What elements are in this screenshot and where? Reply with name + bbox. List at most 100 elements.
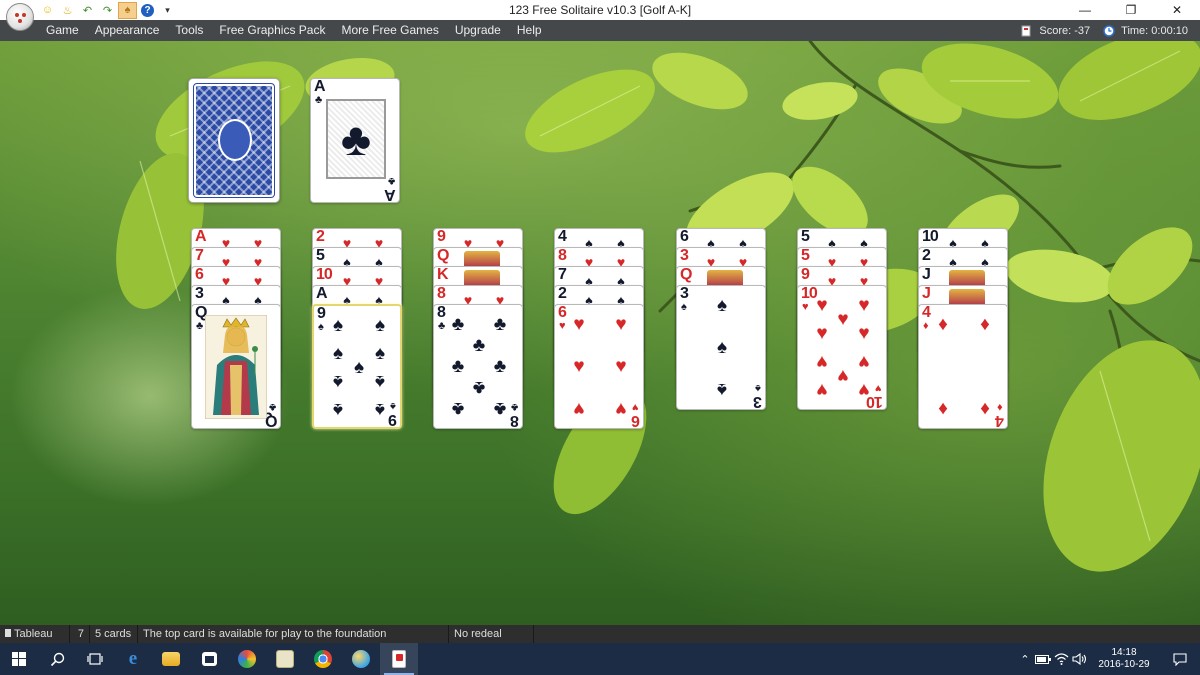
card-rank: 8 [558, 247, 567, 264]
tableau-icon [5, 629, 11, 637]
task-view-button[interactable] [76, 643, 114, 675]
score-icon [1020, 24, 1033, 37]
face-card-crown-icon [464, 251, 500, 267]
card-pip: ♣ [493, 398, 507, 419]
tableau-card[interactable]: 6 ♥ ♥ ♥ ♥ ♥ ♥ ♥ 6 ♥ [554, 304, 644, 429]
battery-icon[interactable] [1034, 650, 1052, 668]
score-panel: Score: -37 Time: 0:00:10 [1020, 20, 1200, 41]
customize-dropdown-icon[interactable]: ▾ [158, 2, 177, 19]
card-rank: 6 [558, 304, 567, 321]
card-rank-corner: 4 [996, 412, 1004, 429]
card-pip: ♣ [451, 356, 465, 377]
card-pip: ♣ [493, 314, 507, 335]
notification-icon [1173, 652, 1187, 666]
restore-button[interactable]: ❐ [1108, 0, 1154, 20]
stock-pile[interactable] [188, 78, 280, 203]
card-suit-corner: ♣ [268, 401, 276, 413]
chevron-up-icon[interactable]: ⌃ [1016, 650, 1034, 668]
card-rank: A [195, 228, 207, 245]
app-button-3[interactable] [342, 643, 380, 675]
card-pip: ♥ [816, 295, 828, 316]
store-button[interactable] [190, 643, 228, 675]
lamp-icon[interactable]: ♨ [58, 2, 77, 19]
card-rank: 9 [437, 228, 446, 245]
card-pip: ♣ [472, 335, 486, 356]
card-pip: ♠ [353, 357, 365, 378]
search-button[interactable] [38, 643, 76, 675]
card-suit-corner: ♠ [390, 400, 396, 412]
tableau-card[interactable]: 10 ♥ ♥ ♥ ♥ ♥ ♥ ♥ ♥ ♥ ♥ ♥ 10 ♥ [797, 285, 887, 410]
chrome-button[interactable] [304, 643, 342, 675]
solitaire-icon [392, 650, 406, 668]
card-rank: Q [680, 266, 692, 283]
app-button-2[interactable] [266, 643, 304, 675]
app-button-1[interactable] [228, 643, 266, 675]
explorer-button[interactable] [152, 643, 190, 675]
tableau-card[interactable]: Q ♣ Q ♣ [191, 304, 281, 429]
menu-free-graphics-pack[interactable]: Free Graphics Pack [211, 20, 333, 41]
close-button[interactable]: ✕ [1154, 0, 1200, 20]
ace-club-emblem: ♣ [326, 99, 386, 179]
window-controls: — ❐ ✕ [1062, 0, 1200, 20]
minimize-button[interactable]: — [1062, 0, 1108, 20]
card-rank: J [922, 266, 931, 283]
card-pip: ♣ [451, 398, 465, 419]
menu-tools[interactable]: Tools [167, 20, 211, 41]
undo-arrow-icon[interactable]: ↶ [78, 2, 97, 19]
card-pip: ♠ [332, 399, 344, 420]
card-rank: Q [437, 247, 449, 264]
clock-date: 2016-10-29 [1098, 659, 1150, 670]
tableau-card[interactable]: 4 ♦ ♦ ♦ ♦ ♦ 4 ♦ [918, 304, 1008, 429]
card-pip: ♦ [980, 398, 990, 419]
menu-help[interactable]: Help [509, 20, 550, 41]
foundation-top-card[interactable]: A ♣ ♣ A ♣ [310, 78, 400, 203]
smiley-icon[interactable]: ☺ [38, 2, 57, 19]
card-rank: 7 [195, 247, 204, 264]
card-suit: ♣ [196, 320, 204, 332]
help-icon[interactable]: ? [138, 2, 157, 19]
card-pip: ♦ [938, 314, 948, 335]
menu-game[interactable]: Game [38, 20, 87, 41]
clock-time: 14:18 [1111, 647, 1137, 658]
card-pip: ♥ [573, 398, 585, 419]
card-pip: ♣ [451, 314, 465, 335]
time-stat: Time: 0:00:10 [1102, 24, 1188, 37]
game-table[interactable]: A ♣ ♣ A ♣ A ♥ ♥ 7 ♥ ♥ 6 ♥ ♥ 3 ♠ ♠ Q ♣ Q ♣ 2 ♥ ♥ 5 ♠ ♠ 10 ♥ ♥ A ♠ ♠ 9… [0, 41, 1200, 625]
card-suit-corner: ♣ [510, 401, 518, 413]
card-suit: ♣ [315, 94, 323, 106]
card-pip: ♣ [493, 356, 507, 377]
tableau-card[interactable]: 9 ♠ ♠ ♠ ♠ ♠ ♠ ♠ ♠ ♠ ♠ 9 ♠ [312, 304, 402, 429]
card-suit: ♣ [438, 320, 446, 332]
face-card-crown-icon [707, 270, 743, 286]
card-hint-icon[interactable]: ♠ [118, 1, 137, 19]
face-card-crown-icon [949, 270, 985, 286]
app-logo-icon[interactable] [6, 3, 34, 31]
card-rank-corner: 3 [754, 393, 762, 410]
menu-upgrade[interactable]: Upgrade [447, 20, 509, 41]
card-rank: 3 [195, 285, 204, 302]
card-pip: ♥ [573, 314, 585, 335]
menu-more-free-games[interactable]: More Free Games [333, 20, 446, 41]
card-rank: 2 [316, 228, 325, 245]
tableau-card[interactable]: 3 ♠ ♠ ♠ ♠ 3 ♠ [676, 285, 766, 410]
status-count: 5 cards [90, 625, 138, 643]
card-pip: ♥ [615, 356, 627, 377]
volume-icon[interactable] [1070, 650, 1088, 668]
start-button[interactable] [0, 643, 38, 675]
redo-arrow-icon[interactable]: ↷ [98, 2, 117, 19]
card-rank: 8 [437, 285, 446, 302]
card-rank: 2 [922, 247, 931, 264]
action-center-button[interactable] [1160, 652, 1200, 666]
card-pip: ♠ [332, 371, 344, 392]
solitaire-button[interactable] [380, 643, 418, 675]
status-message: The top card is available for play to th… [138, 625, 449, 643]
card-suit-corner: ♣ [387, 175, 395, 187]
windows-taskbar: e ⌃ 14:18 2016-10-29 [0, 643, 1200, 675]
taskbar-clock[interactable]: 14:18 2016-10-29 [1088, 647, 1160, 671]
edge-button[interactable]: e [114, 643, 152, 675]
wifi-icon[interactable] [1052, 650, 1070, 668]
tableau-card[interactable]: 8 ♣ ♣ ♣ ♣ ♣ ♣ ♣ ♣ ♣ 8 ♣ [433, 304, 523, 429]
menu-appearance[interactable]: Appearance [87, 20, 168, 41]
card-pip: ♠ [374, 343, 386, 364]
card-rank: 6 [195, 266, 204, 283]
